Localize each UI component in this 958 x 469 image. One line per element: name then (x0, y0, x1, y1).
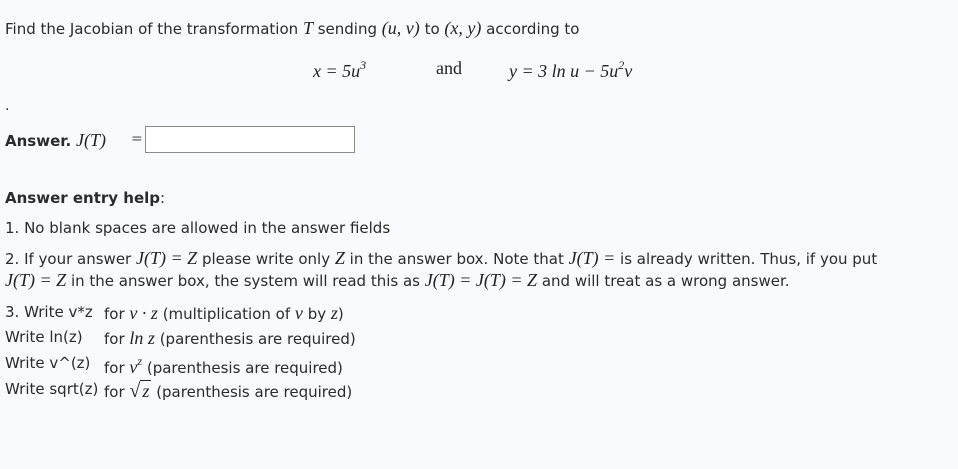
rule-1-math: v · z (129, 303, 158, 323)
rule-1-desc-a: (multiplication of (162, 305, 291, 323)
help-item-2-jtz: J(T) = Z (136, 248, 198, 268)
help-item-2-b: please write only (201, 250, 331, 268)
help-item-2-e: J(T) = Z (5, 270, 67, 290)
rule-row-1-desc: for v · z (multiplication of v by z) (104, 303, 344, 324)
rule-2-for: for (104, 330, 125, 348)
help-item-2-line-1: 2. If your answer J(T) = Z please write … (5, 248, 877, 269)
rule-4-arg: z (140, 380, 152, 401)
rule-1-z: z (330, 303, 338, 323)
rule-3-code: Write v^(z) (5, 354, 91, 372)
help-title-colon: : (160, 189, 166, 207)
rule-row-3: Write v^(z) (5, 354, 90, 372)
equation-y-body: y = 3 ln u − 5u (509, 61, 619, 81)
rule-4-desc: (parenthesis are required) (156, 383, 353, 401)
rule-3-desc: (parenthesis are required) (146, 359, 343, 377)
rule-2-desc: (parenthesis are required) (159, 330, 356, 348)
answer-row: Answer. J(T) (5, 130, 106, 151)
equation-x-body: x = 5u (313, 61, 361, 81)
rule-4-math: √ z (129, 380, 152, 402)
math-xy: (x, y) (444, 18, 482, 38)
rule-row-3-desc: for vz (parenthesis are required) (104, 354, 343, 378)
problem-statement: Find the Jacobian of the transformation … (5, 18, 579, 39)
rule-1-for: for (104, 305, 125, 323)
rule-4-code: Write sqrt(z) (5, 380, 99, 398)
help-item-2-d: is already written. Thus, if you put (620, 250, 878, 268)
intro-middle: sending (317, 20, 378, 38)
rule-4-for: for (104, 383, 125, 401)
rule-row-2-desc: for ln z (parenthesis are required) (104, 328, 356, 349)
equation-x: x = 5u3 (313, 58, 366, 82)
sqrt-symbol: √ (129, 380, 141, 402)
rule-2-math: ln z (129, 328, 155, 348)
help-item-2-h: and will treat as a wrong answer. (541, 272, 790, 290)
help-title-line: Answer entry help: (5, 189, 165, 207)
equation-x-exponent: 3 (360, 58, 367, 72)
math-uv: (u, v) (381, 18, 420, 38)
stray-dot: . (5, 98, 10, 114)
help-item-2-z: Z (334, 248, 345, 268)
rule-1-close: ) (337, 305, 344, 323)
intro-suffix: according to (486, 20, 580, 38)
equation-y-suffix: v (624, 61, 633, 81)
help-title: Answer entry help (5, 189, 161, 207)
rule-row-1: 3. Write v*z (5, 303, 93, 321)
rule-2-code: Write ln(z) (5, 328, 83, 346)
help-item-2-a: 2. If your answer (5, 250, 132, 268)
equation-y: y = 3 ln u − 5u2v (509, 58, 632, 82)
intro-to-word: to (424, 20, 440, 38)
help-item-2-f: in the answer box, the system will read … (70, 272, 420, 290)
help-item-2-line-2: J(T) = Z in the answer box, the system w… (5, 270, 790, 291)
help-item-2-g: J(T) = J(T) = Z (424, 270, 538, 290)
rule-row-4-desc: for √ z (parenthesis are required) (104, 380, 352, 403)
answer-label: Answer. (5, 132, 72, 150)
intro-prefix: Find the Jacobian of the transformation (5, 20, 299, 38)
rule-1-v: v (294, 303, 303, 323)
help-item-2-c: in the answer box. Note that (349, 250, 564, 268)
rule-3-exponent: z (137, 354, 143, 368)
help-item-2-jt: J(T) = (568, 248, 616, 268)
answer-equals: = (131, 131, 143, 147)
rule-1-by: by (307, 305, 327, 323)
rule-row-4: Write sqrt(z) (5, 380, 98, 398)
rule-row-2: Write ln(z) (5, 328, 83, 346)
math-T: T (302, 18, 313, 38)
answer-jt: J(T) (76, 130, 106, 150)
rule-3-for: for (104, 359, 125, 377)
rule-3-math: vz (129, 354, 143, 377)
answer-input[interactable] (145, 126, 355, 153)
rule-1-code: 3. Write v*z (5, 303, 93, 321)
help-item-1: 1. No blank spaces are allowed in the an… (5, 219, 391, 237)
equation-and: and (436, 58, 462, 78)
